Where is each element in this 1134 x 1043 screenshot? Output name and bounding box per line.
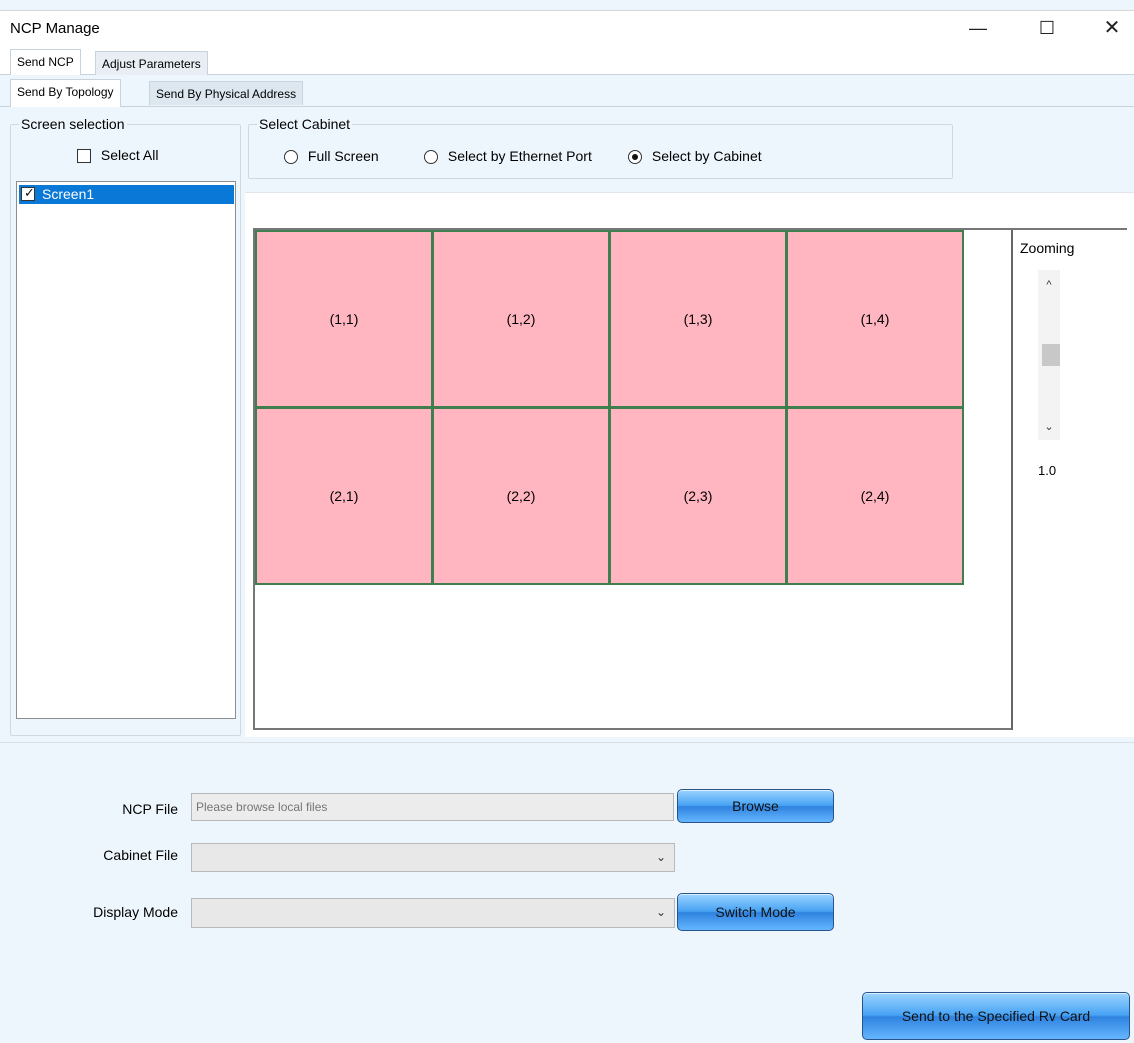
chevron-down-icon: ⌄ bbox=[655, 850, 666, 864]
cabinet-1-4[interactable]: (1,4) bbox=[786, 230, 964, 408]
radio-full-screen-circle[interactable] bbox=[284, 150, 298, 165]
cabinet-2-4-label: (2,4) bbox=[860, 488, 890, 504]
cabinet-1-2-label: (1,2) bbox=[506, 311, 536, 327]
sub-tab-bar: Send By Topology Send By Physical Addres… bbox=[0, 75, 1134, 107]
radio-ethernet-port-label: Select by Ethernet Port bbox=[447, 148, 592, 164]
maximize-button[interactable]: ☐ bbox=[1032, 15, 1062, 41]
tab-send-by-physical-address-label: Send By Physical Address bbox=[156, 87, 297, 101]
checkmark-icon: ✓ bbox=[24, 185, 35, 200]
minimize-button[interactable]: — bbox=[963, 15, 993, 41]
cabinet-1-1-label: (1,1) bbox=[329, 311, 359, 327]
tab-adjust-parameters[interactable]: Adjust Parameters bbox=[95, 51, 208, 75]
chevron-down-icon[interactable]: ⌄ bbox=[1038, 416, 1060, 438]
main-tab-bar: Send NCP Adjust Parameters bbox=[0, 45, 1134, 75]
browse-button-label: Browse bbox=[732, 798, 779, 814]
topology-canvas[interactable]: (1,1) (1,2) (1,3) (1,4) (2,1) (2,2) (2,3… bbox=[253, 228, 1127, 730]
chevron-up-icon[interactable]: ^ bbox=[1038, 274, 1060, 296]
close-button[interactable]: ✕ bbox=[1097, 15, 1127, 41]
screen-selection-title: Screen selection bbox=[19, 116, 127, 132]
cabinet-2-3-label: (2,3) bbox=[683, 488, 713, 504]
title-bar: NCP Manage — ☐ ✕ bbox=[0, 10, 1134, 45]
cabinet-2-2[interactable]: (2,2) bbox=[432, 407, 610, 585]
cabinet-2-1-label: (2,1) bbox=[329, 488, 359, 504]
radio-ethernet-port[interactable]: Select by Ethernet Port bbox=[424, 148, 592, 165]
zoom-slider-thumb[interactable] bbox=[1042, 344, 1060, 366]
tab-adjust-parameters-label: Adjust Parameters bbox=[102, 57, 201, 71]
ncp-manage-window: NCP Manage — ☐ ✕ Send NCP Adjust Paramet… bbox=[0, 0, 1134, 1043]
radio-cabinet[interactable]: Select by Cabinet bbox=[628, 148, 762, 165]
cabinet-1-3[interactable]: (1,3) bbox=[609, 230, 787, 408]
select-all-label: Select All bbox=[100, 147, 159, 163]
cabinet-1-3-label: (1,3) bbox=[683, 311, 713, 327]
tab-send-ncp[interactable]: Send NCP bbox=[10, 49, 81, 75]
tab-send-by-physical-address[interactable]: Send By Physical Address bbox=[149, 81, 304, 105]
cabinet-2-1[interactable]: (2,1) bbox=[255, 407, 433, 585]
cabinet-2-2-label: (2,2) bbox=[506, 488, 536, 504]
screen-list[interactable]: ✓ Screen1 bbox=[16, 181, 236, 719]
cabinet-file-label: Cabinet File bbox=[103, 847, 178, 863]
ncp-file-field[interactable] bbox=[191, 793, 674, 821]
select-all-checkbox[interactable]: Select All bbox=[77, 147, 159, 164]
switch-mode-button[interactable]: Switch Mode bbox=[677, 893, 834, 931]
cabinet-1-1[interactable]: (1,1) bbox=[255, 230, 433, 408]
send-to-rv-card-button[interactable]: Send to the Specified Rv Card bbox=[862, 992, 1130, 1040]
send-to-rv-card-button-label: Send to the Specified Rv Card bbox=[901, 1008, 1091, 1024]
switch-mode-button-label: Switch Mode bbox=[715, 904, 796, 920]
zoom-slider[interactable]: ^ ⌄ bbox=[1038, 270, 1060, 440]
radio-ethernet-port-circle[interactable] bbox=[424, 150, 438, 165]
tab-send-by-topology[interactable]: Send By Topology bbox=[10, 79, 121, 107]
zoom-panel: Zooming ^ ⌄ 1.0 bbox=[1011, 230, 1127, 730]
tab-send-ncp-label: Send NCP bbox=[17, 55, 74, 69]
screen1-checkbox[interactable]: ✓ bbox=[21, 185, 35, 201]
chevron-down-icon: ⌄ bbox=[655, 905, 666, 919]
radio-cabinet-circle[interactable] bbox=[628, 150, 642, 165]
radio-full-screen[interactable]: Full Screen bbox=[284, 148, 379, 165]
cabinet-1-2[interactable]: (1,2) bbox=[432, 230, 610, 408]
screen1-label: Screen1 bbox=[42, 186, 95, 202]
select-cabinet-title: Select Cabinet bbox=[257, 116, 353, 132]
display-mode-select[interactable]: ⌄ bbox=[191, 898, 675, 928]
select-all-box[interactable] bbox=[77, 149, 91, 164]
bottom-panel: NCP File Browse Cabinet File ⌄ Display M… bbox=[0, 742, 1134, 1043]
window-title: NCP Manage bbox=[10, 20, 100, 37]
zoom-label: Zooming bbox=[1020, 240, 1075, 256]
tab-send-by-topology-label: Send By Topology bbox=[17, 85, 114, 99]
cabinet-file-select[interactable]: ⌄ bbox=[191, 843, 675, 872]
cabinet-1-4-label: (1,4) bbox=[860, 311, 890, 327]
browse-button[interactable]: Browse bbox=[677, 789, 834, 823]
ncp-file-label: NCP File bbox=[122, 801, 178, 817]
display-mode-label: Display Mode bbox=[93, 904, 178, 920]
radio-cabinet-label: Select by Cabinet bbox=[651, 148, 762, 164]
radio-full-screen-label: Full Screen bbox=[307, 148, 379, 164]
zoom-value: 1.0 bbox=[1038, 463, 1057, 478]
cabinet-2-3[interactable]: (2,3) bbox=[609, 407, 787, 585]
list-item-screen1[interactable]: ✓ Screen1 bbox=[19, 185, 234, 204]
cabinet-2-4[interactable]: (2,4) bbox=[786, 407, 964, 585]
